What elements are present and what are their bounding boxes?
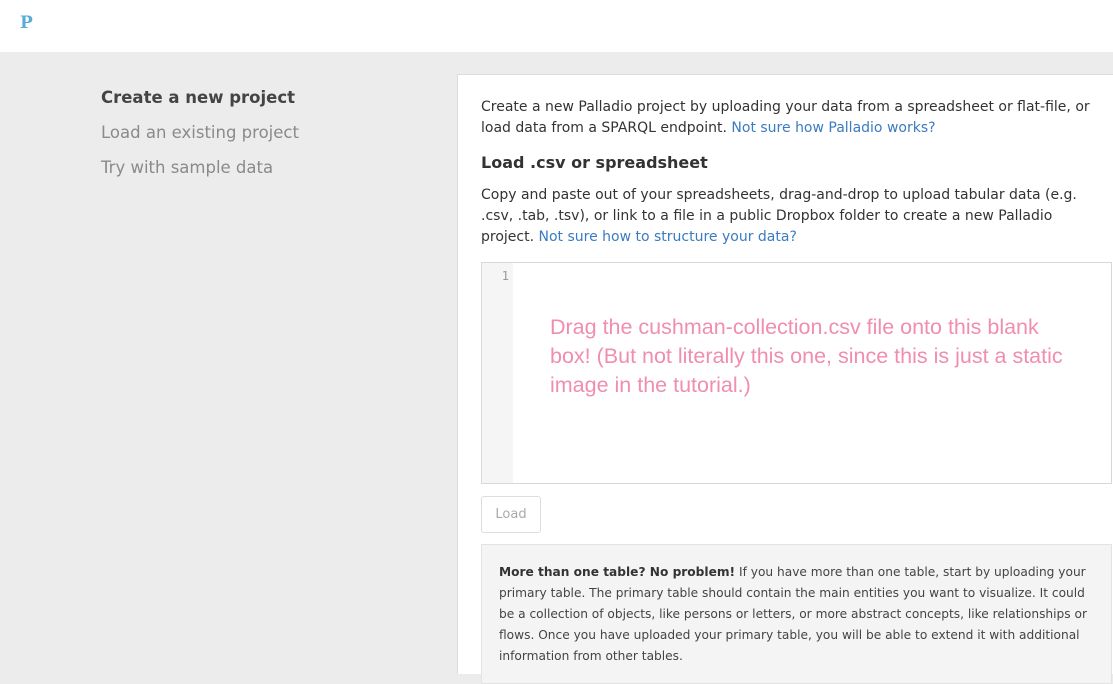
how-palladio-works-link[interactable]: Not sure how Palladio works? [731,120,935,136]
structure-data-link[interactable]: Not sure how to structure your data? [539,229,797,245]
sidebar-item-create-project[interactable]: Create a new project [101,80,299,115]
line-number: 1 [501,269,509,283]
load-button[interactable]: Load [481,496,541,533]
tutorial-annotation: Drag the cushman-collection.csv file ont… [550,315,1063,397]
note-heading: More than one table? No problem! [499,565,736,579]
sidebar-item-sample-data[interactable]: Try with sample data [101,150,299,185]
section-title: Load .csv or spreadsheet [481,153,708,172]
note-text: If you have more than one table, start b… [499,565,1087,663]
info-note: More than one table? No problem! If you … [481,544,1112,684]
description-paragraph: Copy and paste out of your spreadsheets,… [481,185,1096,248]
editor-gutter: 1 [482,263,513,483]
sidebar-nav: Create a new project Load an existing pr… [101,80,299,185]
main-panel: Create a new Palladio project by uploadi… [457,74,1113,684]
intro-paragraph: Create a new Palladio project by uploadi… [481,97,1096,139]
panel-content: Create a new Palladio project by uploadi… [481,97,1096,248]
top-bar: P [0,0,1113,52]
data-input-editor[interactable]: 1 Drag the cushman-collection.csv file o… [481,262,1112,484]
sidebar-item-load-project[interactable]: Load an existing project [101,115,299,150]
palladio-logo[interactable]: P [20,13,33,33]
